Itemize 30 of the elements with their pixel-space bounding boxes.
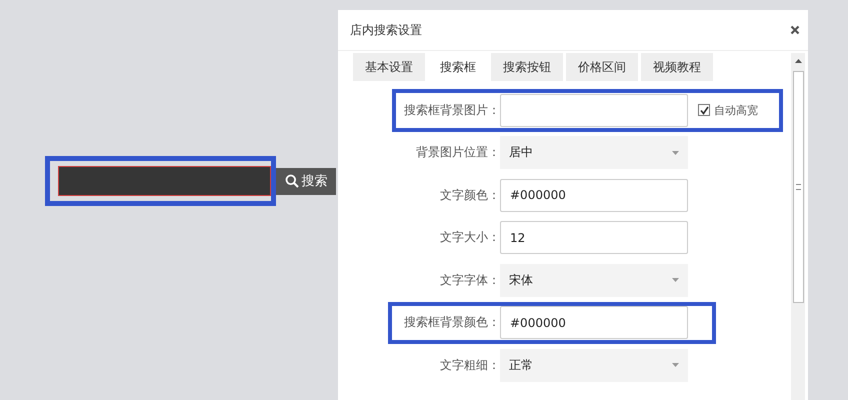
scroll-thumb[interactable] bbox=[792, 71, 804, 303]
caret-icon bbox=[672, 278, 679, 282]
field-label: 背景图片位置： bbox=[415, 144, 500, 162]
scroll-up-icon[interactable] bbox=[794, 59, 802, 63]
dropdown[interactable]: 居中 bbox=[500, 136, 688, 170]
field-label: 文字颜色： bbox=[439, 186, 500, 204]
dropdown[interactable]: 宋体 bbox=[500, 264, 688, 297]
input-field[interactable]: #000000 bbox=[500, 306, 688, 340]
search-icon bbox=[284, 174, 298, 188]
caret-icon bbox=[672, 363, 679, 368]
field-label: 文字粗细： bbox=[439, 356, 500, 374]
tab[interactable]: 视频教程 bbox=[641, 53, 713, 81]
field-label: 搜索框背景颜色： bbox=[403, 314, 500, 332]
tab[interactable]: 基本设置 bbox=[353, 53, 425, 81]
dialog-title: 店内搜索设置 bbox=[350, 22, 422, 38]
dropdown[interactable]: 正常 bbox=[500, 348, 688, 382]
input-field[interactable]: 12 bbox=[500, 221, 688, 254]
caret-icon bbox=[672, 150, 679, 155]
checkbox[interactable] bbox=[698, 104, 710, 116]
search-button[interactable]: 搜索 bbox=[276, 168, 336, 194]
scrollbar[interactable] bbox=[791, 53, 805, 400]
input-field[interactable]: #000000 bbox=[500, 178, 688, 212]
field-label: 文字大小： bbox=[439, 229, 500, 246]
field-label: 文字字体： bbox=[439, 272, 500, 289]
tab[interactable]: 价格区间 bbox=[566, 53, 638, 81]
input-field[interactable] bbox=[500, 94, 688, 127]
auto-size-checkbox[interactable]: 自动高宽 bbox=[698, 102, 758, 118]
close-icon[interactable] bbox=[790, 25, 800, 35]
tab[interactable]: 搜索按钮 bbox=[491, 53, 563, 81]
field-label: 搜索框背景图片： bbox=[403, 102, 500, 119]
